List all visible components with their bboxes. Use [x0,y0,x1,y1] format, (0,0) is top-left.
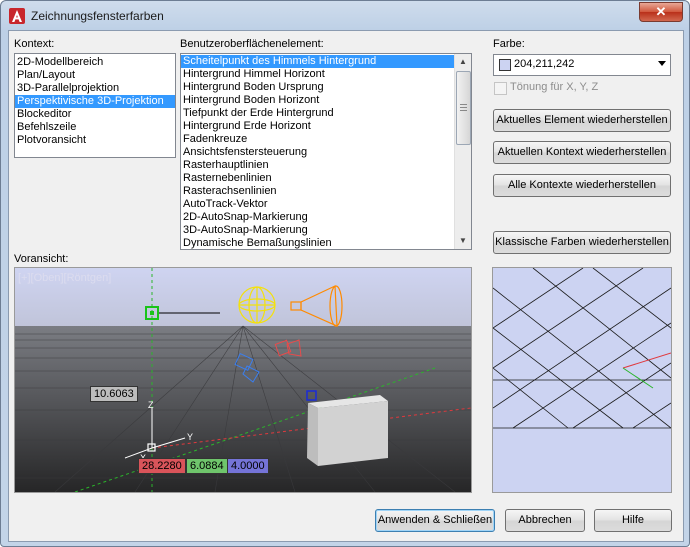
ui-element-list-item[interactable]: Hintergrund Boden Ursprung [181,81,454,94]
ui-element-list-item[interactable]: Rasterachsenlinien [181,185,454,198]
grip-line-1 [460,104,467,105]
dimension-distance: 10.6063 [90,386,138,402]
restore-context-button[interactable]: Aktuellen Kontext wiederherstellen [493,141,671,164]
preview-cube [307,395,388,466]
color-label: Farbe: [493,38,525,50]
dialog-window: Zeichnungsfensterfarben ✕ Kontext: 2D-Mo… [0,0,690,547]
restore-all-button[interactable]: Alle Kontexte wiederherstellen [493,174,671,197]
context-list-item[interactable]: Plotvoransicht [15,134,175,147]
chevron-down-icon [658,61,666,66]
context-list-item[interactable]: 2D-Modellbereich [15,56,175,69]
ui-element-list-item[interactable]: 3D-AutoSnap-Markierung [181,224,454,237]
ui-element-list-body: Scheitelpunkt des Himmels Hintergrund Hin… [181,54,471,249]
axis-y-label: Y [187,432,193,442]
viewport-control-label: [+][Oben][Röntgen] [18,272,112,284]
ui-element-list-item[interactable]: Fadenkreuze [181,133,454,146]
scroll-up-icon[interactable]: ▲ [455,54,471,70]
context-list-body: 2D-Modellbereich Plan/Layout 3D-Parallelpr… [15,54,175,147]
ui-element-list-item[interactable]: Tiefpunkt der Erde Hintergrund [181,107,454,120]
grip-line-3 [460,110,467,111]
classic-colors-button[interactable]: Klassische Farben wiederherstellen [493,231,671,254]
color-value: 204,211,242 [514,58,575,70]
autocad-logo-icon [9,8,25,24]
context-list[interactable]: 2D-Modellbereich Plan/Layout 3D-Parallelpr… [14,53,176,158]
close-icon: ✕ [655,4,667,19]
cancel-button[interactable]: Abbrechen [505,509,585,532]
ui-element-scrollbar[interactable]: ▲ ▼ [454,54,471,249]
grip-line-2 [460,107,467,108]
window-title: Zeichnungsfensterfarben [31,9,164,23]
coordinate-y: 6.0884 [186,458,228,474]
ui-element-list-item[interactable]: 2D-AutoSnap-Markierung [181,211,454,224]
ui-element-list[interactable]: Scheitelpunkt des Himmels Hintergrund Hin… [180,53,472,250]
coordinate-x: 28.2280 [138,458,186,474]
parallel-preview-scene [493,268,671,492]
coordinate-z: 4.0000 [227,458,269,474]
ui-element-label: Benutzeroberflächenelement: [180,38,324,50]
scroll-down-icon[interactable]: ▼ [455,233,471,249]
color-swatch [499,59,511,71]
tint-checkbox-label: Tönung für X, Y, Z [510,81,599,93]
dialog-client-area: Kontext: 2D-Modellbereich Plan/Layout 3D-P… [8,30,684,542]
context-list-item[interactable]: Blockeditor [15,108,175,121]
scroll-thumb[interactable] [456,71,471,145]
ui-element-list-item[interactable]: Hintergrund Himmel Horizont [181,68,454,81]
context-list-item[interactable]: Befehlszeile [15,121,175,134]
apply-close-button[interactable]: Anwenden & Schließen [375,509,495,532]
restore-element-button[interactable]: Aktuelles Element wiederherstellen [493,109,671,132]
ui-element-list-item[interactable]: Ansichtsfenstersteuerung [181,146,454,159]
close-button[interactable]: ✕ [639,2,683,22]
tint-checkbox[interactable] [494,82,507,95]
title-bar: Zeichnungsfensterfarben ✕ [1,1,689,31]
ui-element-list-item[interactable]: Rasternebenlinien [181,172,454,185]
context-label: Kontext: [14,38,55,50]
color-dropdown[interactable]: 204,211,242 [493,54,671,76]
ui-element-list-item[interactable]: Scheitelpunkt des Himmels Hintergrund [181,55,454,68]
context-list-item[interactable]: Plan/Layout [15,69,175,82]
ui-element-list-item[interactable]: Hintergrund Erde Horizont [181,120,454,133]
ui-element-list-item[interactable]: Hintergrund Boden Horizont [181,94,454,107]
ui-element-list-item[interactable]: Dynamische Bemaßungslinien [181,237,454,249]
preview-label: Voransicht: [14,253,69,265]
context-list-item[interactable]: Perspektivische 3D-Projektion [15,95,175,108]
help-button[interactable]: Hilfe [594,509,672,532]
parallel-preview [492,267,672,493]
perspective-preview: Z Y X [+][Oben][Röntgen] 10.6063 28.2280… [14,267,472,493]
context-list-item[interactable]: 3D-Parallelprojektion [15,82,175,95]
ui-element-list-item[interactable]: AutoTrack-Vektor [181,198,454,211]
ui-element-list-item[interactable]: Rasterhauptlinien [181,159,454,172]
axis-z-label: Z [148,400,154,410]
